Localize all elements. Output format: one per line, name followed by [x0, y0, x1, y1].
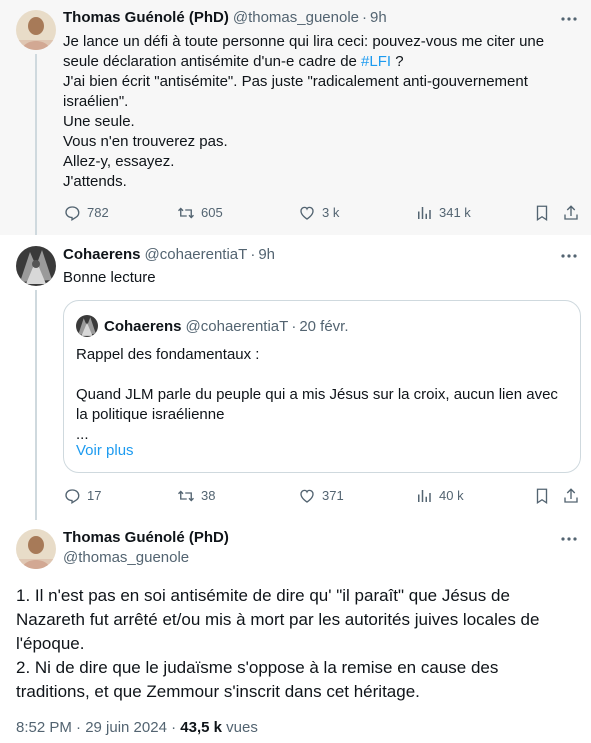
more-horizontal-icon[interactable] — [560, 10, 578, 28]
share-button[interactable] — [562, 487, 580, 505]
views-button[interactable]: 40 k — [415, 487, 464, 505]
reply-count: 17 — [87, 488, 102, 503]
retweet-icon — [178, 490, 194, 502]
retweet-count: 605 — [201, 205, 223, 220]
retweet-button[interactable]: 38 — [177, 487, 215, 505]
text-line: Allez-y, essayez. — [63, 153, 175, 170]
text-line: israélien". — [63, 93, 129, 110]
bookmark-icon — [536, 205, 548, 222]
reply-button[interactable]: 17 — [63, 487, 101, 505]
views-count: 40 k — [439, 488, 464, 503]
reply-button[interactable]: 782 — [63, 204, 109, 222]
share-icon — [564, 488, 578, 503]
more-horizontal-icon[interactable] — [560, 247, 578, 265]
separator: · — [250, 246, 256, 263]
timestamp[interactable]: 9h — [258, 246, 275, 263]
share-icon — [564, 205, 578, 220]
reply-icon — [65, 489, 80, 504]
text-line: l'époque. — [16, 634, 85, 653]
avatar[interactable] — [16, 246, 56, 286]
timestamp[interactable]: 9h — [370, 9, 387, 26]
tweet-previous-1[interactable]: Thomas Guénolé (PhD) @thomas_guenole · 9… — [0, 0, 591, 235]
bookmark-button[interactable] — [533, 487, 551, 505]
text-line: seule déclaration antisémite d'un-e cadr… — [63, 52, 583, 72]
like-count: 371 — [322, 488, 344, 503]
text-line: la politique israélienne — [76, 406, 225, 423]
action-bar: 782 605 3 k 341 k — [63, 204, 583, 224]
tweet-meta: 8:52 PM · 29 juin 2024 · 43,5 k vues — [16, 719, 258, 736]
views-count: 43,5 k — [180, 719, 222, 736]
text-line: ... — [76, 426, 89, 443]
thread-line — [35, 290, 37, 520]
text-line: 2. Ni de dire que le judaïsme s'oppose à… — [16, 658, 499, 677]
views-icon — [418, 490, 431, 502]
hashtag-link[interactable]: #LFI — [361, 53, 391, 70]
bookmark-button[interactable] — [533, 204, 551, 222]
author-name[interactable]: Thomas Guénolé (PhD) — [63, 529, 229, 546]
author-name[interactable]: Cohaerens — [63, 246, 141, 263]
like-count: 3 k — [322, 205, 340, 220]
text-line: traditions, et que Zemmour s'inscrit dan… — [16, 682, 420, 701]
retweet-count: 38 — [201, 488, 216, 503]
reply-icon — [65, 206, 80, 221]
heart-icon — [300, 489, 314, 503]
text-line: Vous n'en trouverez pas. — [63, 133, 228, 150]
text-line: J'attends. — [63, 173, 127, 190]
show-more-link[interactable]: Voir plus — [76, 442, 134, 459]
text-line: Une seule. — [63, 113, 135, 130]
tweet-text: Je lance un défi à toute personne qui li… — [63, 32, 583, 192]
views-button[interactable]: 341 k — [415, 204, 471, 222]
text-fragment: seule déclaration antisémite d'un-e cadr… — [63, 53, 362, 70]
timestamp[interactable]: 8:52 PM · 29 juin 2024 · — [16, 719, 180, 736]
quoted-author-name: Cohaerens — [104, 317, 182, 335]
author-handle[interactable]: @thomas_guenole — [233, 9, 359, 26]
text-line: Je lance un défi à toute personne qui li… — [63, 33, 545, 50]
tweet-text: Bonne lecture — [63, 269, 156, 286]
views-icon — [418, 207, 431, 219]
tweet-text: 1. Il n'est pas en soi antisémite de dir… — [16, 584, 581, 704]
text-line: 1. Il n'est pas en soi antisémite de dir… — [16, 586, 510, 605]
separator: · — [291, 317, 297, 335]
text-line: Rappel des fondamentaux : — [76, 346, 260, 363]
reply-count: 782 — [87, 205, 109, 220]
bookmark-icon — [536, 488, 548, 505]
quoted-tweet-text: Rappel des fondamentaux : Quand JLM parl… — [76, 345, 566, 445]
author-name[interactable]: Thomas Guénolé (PhD) — [63, 9, 229, 26]
thread-line — [35, 54, 37, 235]
views-count: 341 k — [439, 205, 471, 220]
avatar[interactable] — [16, 529, 56, 569]
like-button[interactable]: 3 k — [298, 204, 339, 222]
quoted-date: 20 févr. — [299, 317, 349, 335]
separator: · — [362, 9, 367, 26]
quoted-tweet[interactable]: Cohaerens @cohaerentiaT · 20 févr. Rappe… — [63, 300, 581, 473]
author-handle[interactable]: @thomas_guenole — [63, 549, 189, 566]
text-fragment: ? — [391, 53, 404, 70]
views-label: vues — [221, 719, 258, 736]
action-bar: 17 38 371 40 k — [63, 487, 583, 507]
retweet-button[interactable]: 605 — [177, 204, 223, 222]
text-line: J'ai bien écrit "antisémite". Pas juste … — [63, 73, 528, 90]
tweet-header: Thomas Guénolé (PhD) @thomas_guenole · 9… — [63, 9, 387, 26]
author-handle[interactable]: @cohaerentiaT — [145, 246, 248, 263]
retweet-icon — [178, 207, 194, 219]
avatar — [76, 315, 98, 337]
heart-icon — [300, 206, 314, 220]
tweet-header: Cohaerens @cohaerentiaT · 9h — [63, 246, 275, 263]
quoted-author-handle: @cohaerentiaT — [185, 317, 289, 335]
more-horizontal-icon[interactable] — [560, 530, 578, 548]
quoted-tweet-header: Cohaerens @cohaerentiaT · 20 févr. — [76, 315, 349, 337]
text-line: Quand JLM parle du peuple qui a mis Jésu… — [76, 386, 558, 403]
like-button[interactable]: 371 — [298, 487, 344, 505]
text-line: Nazareth fut arrêté et/ou mis à mort par… — [16, 610, 540, 629]
share-button[interactable] — [562, 204, 580, 222]
avatar[interactable] — [16, 10, 56, 50]
